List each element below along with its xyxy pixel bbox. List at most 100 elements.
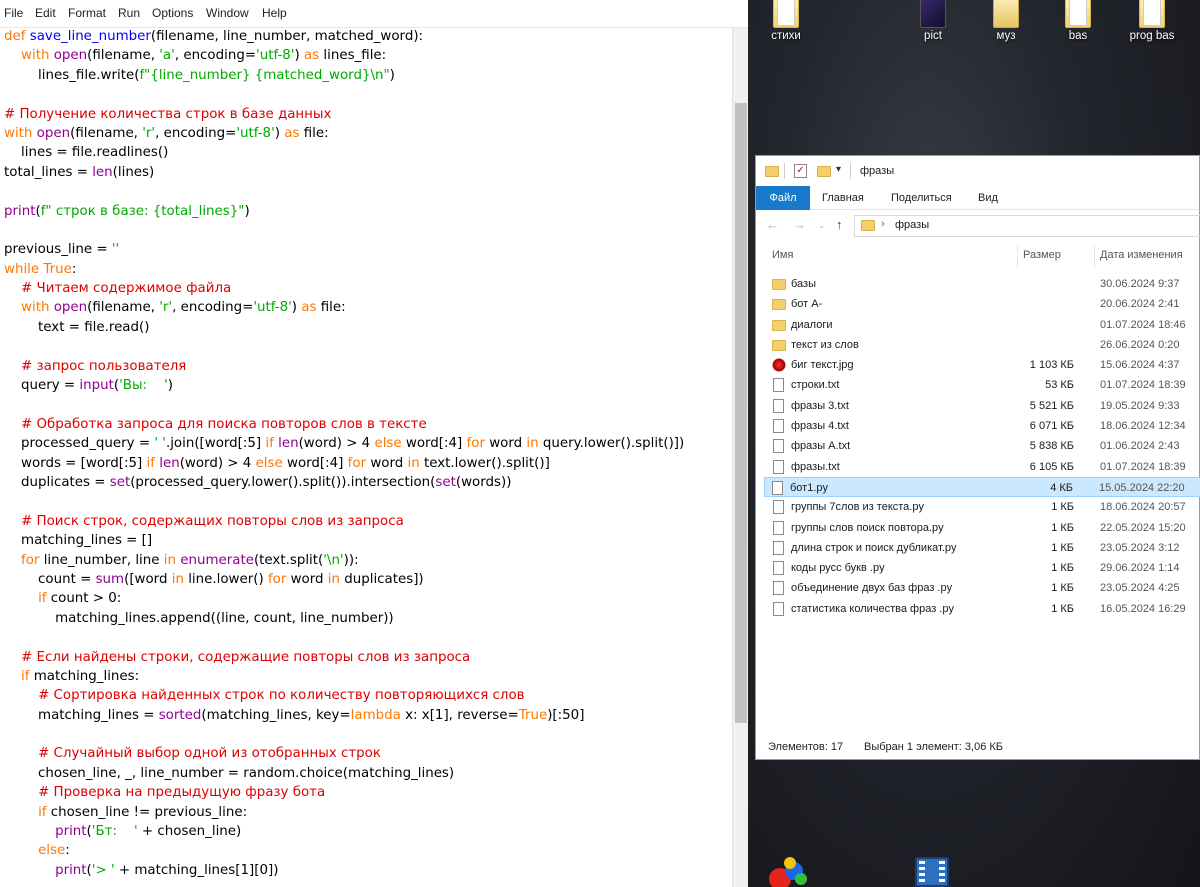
tab-view[interactable]: Вид	[978, 186, 998, 210]
code-line[interactable]: print('Бт: ' + chosen_line)	[4, 822, 732, 841]
code-line[interactable]: # Если найдены строки, содержащие повтор…	[4, 648, 732, 667]
quick-access-dropdown-icon[interactable]: ▾	[836, 164, 841, 175]
code-line[interactable]: words = [word[:5] if len(word) > 4 else …	[4, 454, 732, 473]
code-line[interactable]: # Читаем содержимое файла	[4, 279, 732, 298]
tab-home[interactable]: Главная	[822, 186, 864, 210]
new-folder-icon[interactable]	[817, 166, 831, 177]
scrollbar-thumb[interactable]	[735, 103, 747, 723]
file-size: 1 КБ	[1051, 562, 1074, 575]
column-name[interactable]: Имя	[772, 249, 793, 261]
file-row[interactable]: фразы 3.txt 5 521 КБ 19.05.2024 9:33	[766, 396, 1200, 416]
back-arrow-icon[interactable]: ←	[766, 217, 779, 232]
code-line[interactable]: matching_lines = sorted(matching_lines, …	[4, 706, 732, 725]
code-line[interactable]: previous_line = ''	[4, 240, 732, 259]
properties-icon[interactable]: ✓	[794, 164, 807, 178]
code-line[interactable]: with open(filename, 'a', encoding='utf-8…	[4, 46, 732, 65]
file-row[interactable]: бот А- 20.06.2024 2:41	[766, 294, 1200, 314]
code-line[interactable]: # Случайный выбор одной из отобранных ст…	[4, 744, 732, 763]
desktop-icon-stihi[interactable]: стихи	[746, 0, 826, 42]
code-line[interactable]: if matching_lines:	[4, 667, 732, 686]
menu-help[interactable]: Help	[262, 6, 287, 20]
code-line[interactable]	[4, 628, 732, 647]
breadcrumb-chevron-icon[interactable]: ›	[881, 218, 885, 230]
menu-format[interactable]: Format	[68, 6, 106, 20]
file-row[interactable]: фразы.txt 6 105 КБ 01.07.2024 18:39	[766, 457, 1200, 477]
code-line[interactable]: # Проверка на предыдущую фразу бота	[4, 783, 732, 802]
code-line[interactable]: # Поиск строк, содержащих повторы слов и…	[4, 512, 732, 531]
column-divider[interactable]	[1017, 246, 1018, 268]
file-row[interactable]: базы 30.06.2024 9:37	[766, 274, 1200, 294]
code-line[interactable]: query = input('Вы: ')	[4, 376, 732, 395]
file-row[interactable]: объединение двух баз фраз .py 1 КБ 23.05.2…	[766, 578, 1200, 598]
code-line[interactable]: print(f" строк в базе: {total_lines}")	[4, 202, 732, 221]
code-line[interactable]: print('> ' + matching_lines[1][0])	[4, 861, 732, 880]
desktop-icon-pict[interactable]: pict	[893, 0, 973, 42]
address-bar[interactable]: › фразы	[854, 215, 1200, 237]
menu-run[interactable]: Run	[118, 6, 140, 20]
code-line[interactable]: total_lines = len(lines)	[4, 163, 732, 182]
app-icon[interactable]	[768, 857, 808, 887]
file-row[interactable]: коды русс букв .py 1 КБ 29.06.2024 1:14	[766, 558, 1200, 578]
code-line[interactable]	[4, 492, 732, 511]
up-arrow-icon[interactable]: ↑	[836, 217, 843, 232]
code-line[interactable]: lines = file.readlines()	[4, 143, 732, 162]
menu-edit[interactable]: Edit	[35, 6, 56, 20]
menu-options[interactable]: Options	[152, 6, 193, 20]
column-date[interactable]: Дата изменения	[1100, 249, 1183, 261]
file-row[interactable]: фразы 4.txt 6 071 КБ 18.06.2024 12:34	[766, 416, 1200, 436]
code-token: in	[171, 571, 189, 587]
code-line[interactable]: with open(filename, 'r', encoding='utf-8…	[4, 298, 732, 317]
menu-window[interactable]: Window	[206, 6, 249, 20]
forward-arrow-icon[interactable]: →	[793, 217, 806, 232]
code-line[interactable]	[4, 395, 732, 414]
code-line[interactable]: if chosen_line != previous_line:	[4, 803, 732, 822]
code-line[interactable]: lines_file.write(f"{line_number} {matche…	[4, 66, 732, 85]
code-line[interactable]: # Сортировка найденных строк по количест…	[4, 686, 732, 705]
recent-locations-chevron-icon[interactable]: ⌄	[818, 220, 826, 231]
code-line[interactable]	[4, 725, 732, 744]
column-divider[interactable]	[1094, 246, 1095, 268]
tab-file[interactable]: Файл	[756, 186, 810, 210]
file-row[interactable]: группы слов поиск повтора.py 1 КБ 22.05.20…	[766, 518, 1200, 538]
code-line[interactable]: matching_lines.append((line, count, line…	[4, 609, 732, 628]
code-line[interactable]: while True:	[4, 260, 732, 279]
video-file-icon[interactable]	[915, 857, 949, 887]
code-line[interactable]: def save_line_number(filename, line_numb…	[4, 27, 732, 46]
code-token: in	[407, 455, 424, 471]
code-line[interactable]	[4, 85, 732, 104]
code-text-area[interactable]: def save_line_number(filename, line_numb…	[4, 27, 732, 887]
file-row[interactable]: строки.txt 53 КБ 01.07.2024 18:39	[766, 375, 1200, 395]
breadcrumb-current[interactable]: фразы	[895, 219, 929, 231]
file-row[interactable]: бот1.py 4 КБ 15.05.2024 22:20	[764, 476, 1200, 498]
file-row[interactable]: группы 7слов из текста.py 1 КБ 18.06.2024 …	[766, 497, 1200, 517]
file-row[interactable]: диалоги 01.07.2024 18:46	[766, 315, 1200, 335]
code-line[interactable]: # Получение количества строк в базе данн…	[4, 105, 732, 124]
code-line[interactable]: else:	[4, 841, 732, 860]
code-line[interactable]: for line_number, line in enumerate(text.…	[4, 551, 732, 570]
code-line[interactable]	[4, 221, 732, 240]
vertical-scrollbar[interactable]	[732, 28, 748, 887]
code-line[interactable]: processed_query = ' '.join([word[:5] if …	[4, 434, 732, 453]
tab-share[interactable]: Поделиться	[891, 186, 952, 210]
menu-file[interactable]: File	[4, 6, 23, 20]
code-line[interactable]: duplicates = set(processed_query.lower()…	[4, 473, 732, 492]
code-line[interactable]	[4, 182, 732, 201]
file-row[interactable]: фразы А.txt 5 838 КБ 01.06.2024 2:43	[766, 436, 1200, 456]
code-line[interactable]: with open(filename, 'r', encoding='utf-8…	[4, 124, 732, 143]
desktop-icon-prog-bas[interactable]: prog bas	[1112, 0, 1192, 42]
file-row[interactable]: длина строк и поиск дубликат.py 1 КБ 23.05…	[766, 538, 1200, 558]
code-line[interactable]: # запрос пользователя	[4, 357, 732, 376]
column-size[interactable]: Размер	[1023, 249, 1061, 261]
code-line[interactable]: # Обработка запроса для поиска повторов …	[4, 415, 732, 434]
file-row[interactable]: биг текст.jpg 1 103 КБ 15.06.2024 4:37	[766, 355, 1200, 375]
code-line[interactable]: count = sum([word in line.lower() for wo…	[4, 570, 732, 589]
code-line[interactable]: matching_lines = []	[4, 531, 732, 550]
desktop-icon-muz[interactable]: муз	[966, 0, 1046, 42]
code-line[interactable]	[4, 337, 732, 356]
file-row[interactable]: текст из слов 26.06.2024 0:20	[766, 335, 1200, 355]
desktop-icon-bas[interactable]: bas	[1038, 0, 1118, 42]
code-line[interactable]: chosen_line, _, line_number = random.cho…	[4, 764, 732, 783]
code-line[interactable]: text = file.read()	[4, 318, 732, 337]
file-row[interactable]: статистика количества фраз .py 1 КБ 16.05.…	[766, 599, 1200, 619]
code-line[interactable]: if count > 0:	[4, 589, 732, 608]
